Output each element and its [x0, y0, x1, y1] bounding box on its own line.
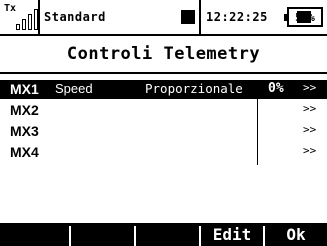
battery-icon: 57% [284, 7, 323, 27]
softkey-2[interactable] [71, 223, 134, 246]
model-name[interactable]: Standard [44, 0, 164, 34]
softkey-1[interactable] [0, 223, 69, 246]
row-name: MX4 [10, 144, 39, 160]
list-item-mx2[interactable]: MX2 >> [0, 101, 327, 120]
row-arrow-icon: >> [303, 123, 317, 136]
list-item-mx1[interactable]: MX1 Speed Proporzionale 0% >> [0, 80, 327, 99]
row-source: Speed [55, 81, 93, 96]
row-arrow-icon: >> [303, 81, 317, 94]
ok-button[interactable]: Ok [265, 223, 327, 246]
row-name: MX1 [10, 81, 39, 97]
page-title: Controli Telemetry [66, 44, 261, 64]
title-divider [0, 72, 327, 74]
clock: 12:22:25 [206, 10, 268, 24]
list-item-mx3[interactable]: MX3 >> [0, 122, 327, 141]
row-mode: Proporzionale [145, 81, 243, 96]
row-name: MX3 [10, 123, 39, 139]
record-indicator-icon [181, 10, 195, 24]
softkey-bar: Edit Ok [0, 223, 327, 246]
row-name: MX2 [10, 102, 39, 118]
battery-text: 57% [295, 10, 315, 24]
row-arrow-icon: >> [303, 102, 317, 115]
edit-button[interactable]: Edit [201, 223, 263, 246]
column-divider [257, 99, 258, 165]
telemetry-screen: Tx Standard 12:22:25 57% Controli Teleme… [0, 0, 327, 246]
status-bar: Tx Standard 12:22:25 57% [0, 0, 327, 36]
tx-signal-icon: Tx [4, 0, 38, 34]
battery-tip [284, 14, 288, 21]
list-item-mx4[interactable]: MX4 >> [0, 143, 327, 162]
softkey-3[interactable] [136, 223, 199, 246]
signal-bars-icon [12, 6, 38, 30]
row-arrow-icon: >> [303, 144, 317, 157]
row-value: 0% [268, 81, 284, 96]
